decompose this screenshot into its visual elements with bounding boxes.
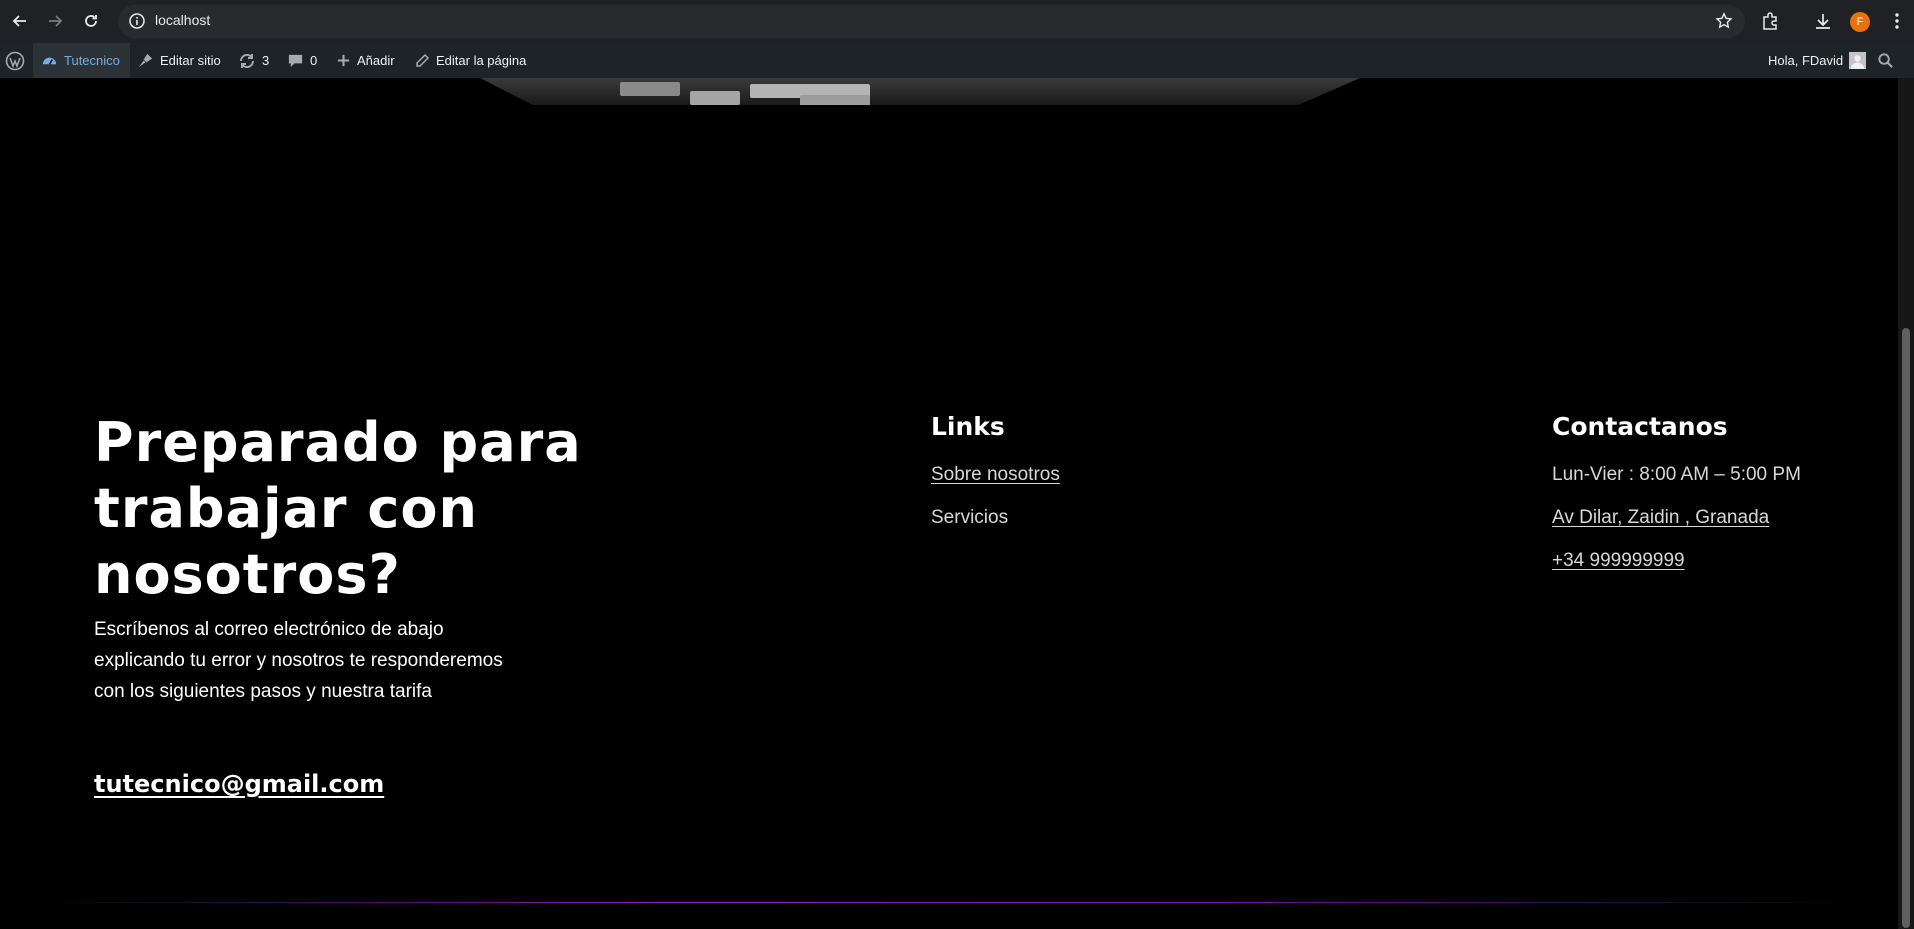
pencil-icon (416, 53, 430, 67)
link-services[interactable]: Servicios (931, 507, 1008, 529)
user-avatar (1849, 52, 1867, 69)
cta-email-link[interactable]: tutecnico@gmail.com (94, 770, 384, 798)
site-name-label: Tutecnico (64, 53, 120, 68)
brush-icon (138, 53, 153, 68)
links-heading: Links (931, 412, 1005, 441)
contact-hours: Lun-Vier : 8:00 AM – 5:00 PM (1552, 464, 1801, 485)
keyboard-hero-image (480, 78, 1360, 105)
site-name-menu[interactable]: Tutecnico (33, 43, 130, 78)
site-info-icon[interactable] (128, 12, 146, 30)
bookmark-star-icon[interactable] (1715, 12, 1733, 30)
address-bar[interactable]: localhost (118, 5, 1745, 38)
contact-phone-link[interactable]: +34 999999999 (1552, 550, 1685, 572)
page-scrollbar[interactable] (1898, 78, 1914, 929)
edit-page-label: Editar la página (436, 53, 527, 68)
profile-avatar[interactable]: F (1850, 12, 1870, 32)
add-new-menu[interactable]: Añadir (336, 43, 395, 78)
back-button[interactable] (7, 8, 33, 34)
link-about-us[interactable]: Sobre nosotros (931, 464, 1060, 486)
updates-count: 3 (262, 53, 270, 68)
comments-link[interactable]: 0 (287, 43, 317, 78)
edit-site-label: Editar sitio (160, 53, 221, 68)
cta-title: Preparado para trabajar con nosotros? (94, 411, 582, 606)
download-icon[interactable] (1813, 11, 1833, 31)
contact-address-link[interactable]: Av Dilar, Zaidin , Granada (1552, 507, 1769, 529)
arrow-left-icon (12, 15, 26, 27)
browser-toolbar: localhost F (0, 0, 1914, 43)
url-text[interactable]: localhost (155, 12, 210, 28)
reload-button[interactable] (78, 8, 104, 34)
updates-icon (239, 53, 255, 68)
user-avatar-icon (1851, 55, 1865, 69)
forward-button[interactable] (42, 8, 68, 34)
search-icon (1878, 53, 1893, 68)
footer-divider (30, 902, 1870, 903)
arrow-right-icon (49, 15, 63, 27)
dashboard-icon (42, 57, 57, 65)
extensions-icon[interactable] (1760, 11, 1780, 31)
plus-icon (337, 54, 350, 67)
wordpress-logo[interactable] (0, 43, 30, 78)
account-menu[interactable]: Hola, FDavid (1768, 43, 1867, 78)
image-detail (690, 91, 740, 105)
comments-count: 0 (310, 53, 318, 68)
image-detail (800, 95, 870, 105)
page-content: Preparado para trabajar con nosotros? Es… (0, 78, 1898, 929)
edit-page-link[interactable]: Editar la página (414, 43, 526, 78)
wp-admin-bar: Tutecnico Editar sitio 3 0 Añadir Editar… (0, 43, 1914, 78)
edit-site-link[interactable]: Editar sitio (137, 43, 221, 78)
updates-link[interactable]: 3 (238, 43, 269, 78)
add-new-label: Añadir (357, 53, 395, 68)
contact-heading: Contactanos (1552, 412, 1728, 441)
comment-icon (288, 54, 303, 68)
image-detail (620, 82, 680, 96)
scrollbar-thumb[interactable] (1902, 328, 1910, 928)
reload-icon (85, 15, 97, 27)
menu-dots-icon[interactable] (1887, 11, 1907, 31)
wordpress-icon (5, 51, 25, 70)
cta-description: Escríbenos al correo electrónico de abaj… (94, 619, 503, 702)
greeting-label: Hola, FDavid (1768, 53, 1844, 68)
admin-search-button[interactable] (1877, 43, 1894, 78)
